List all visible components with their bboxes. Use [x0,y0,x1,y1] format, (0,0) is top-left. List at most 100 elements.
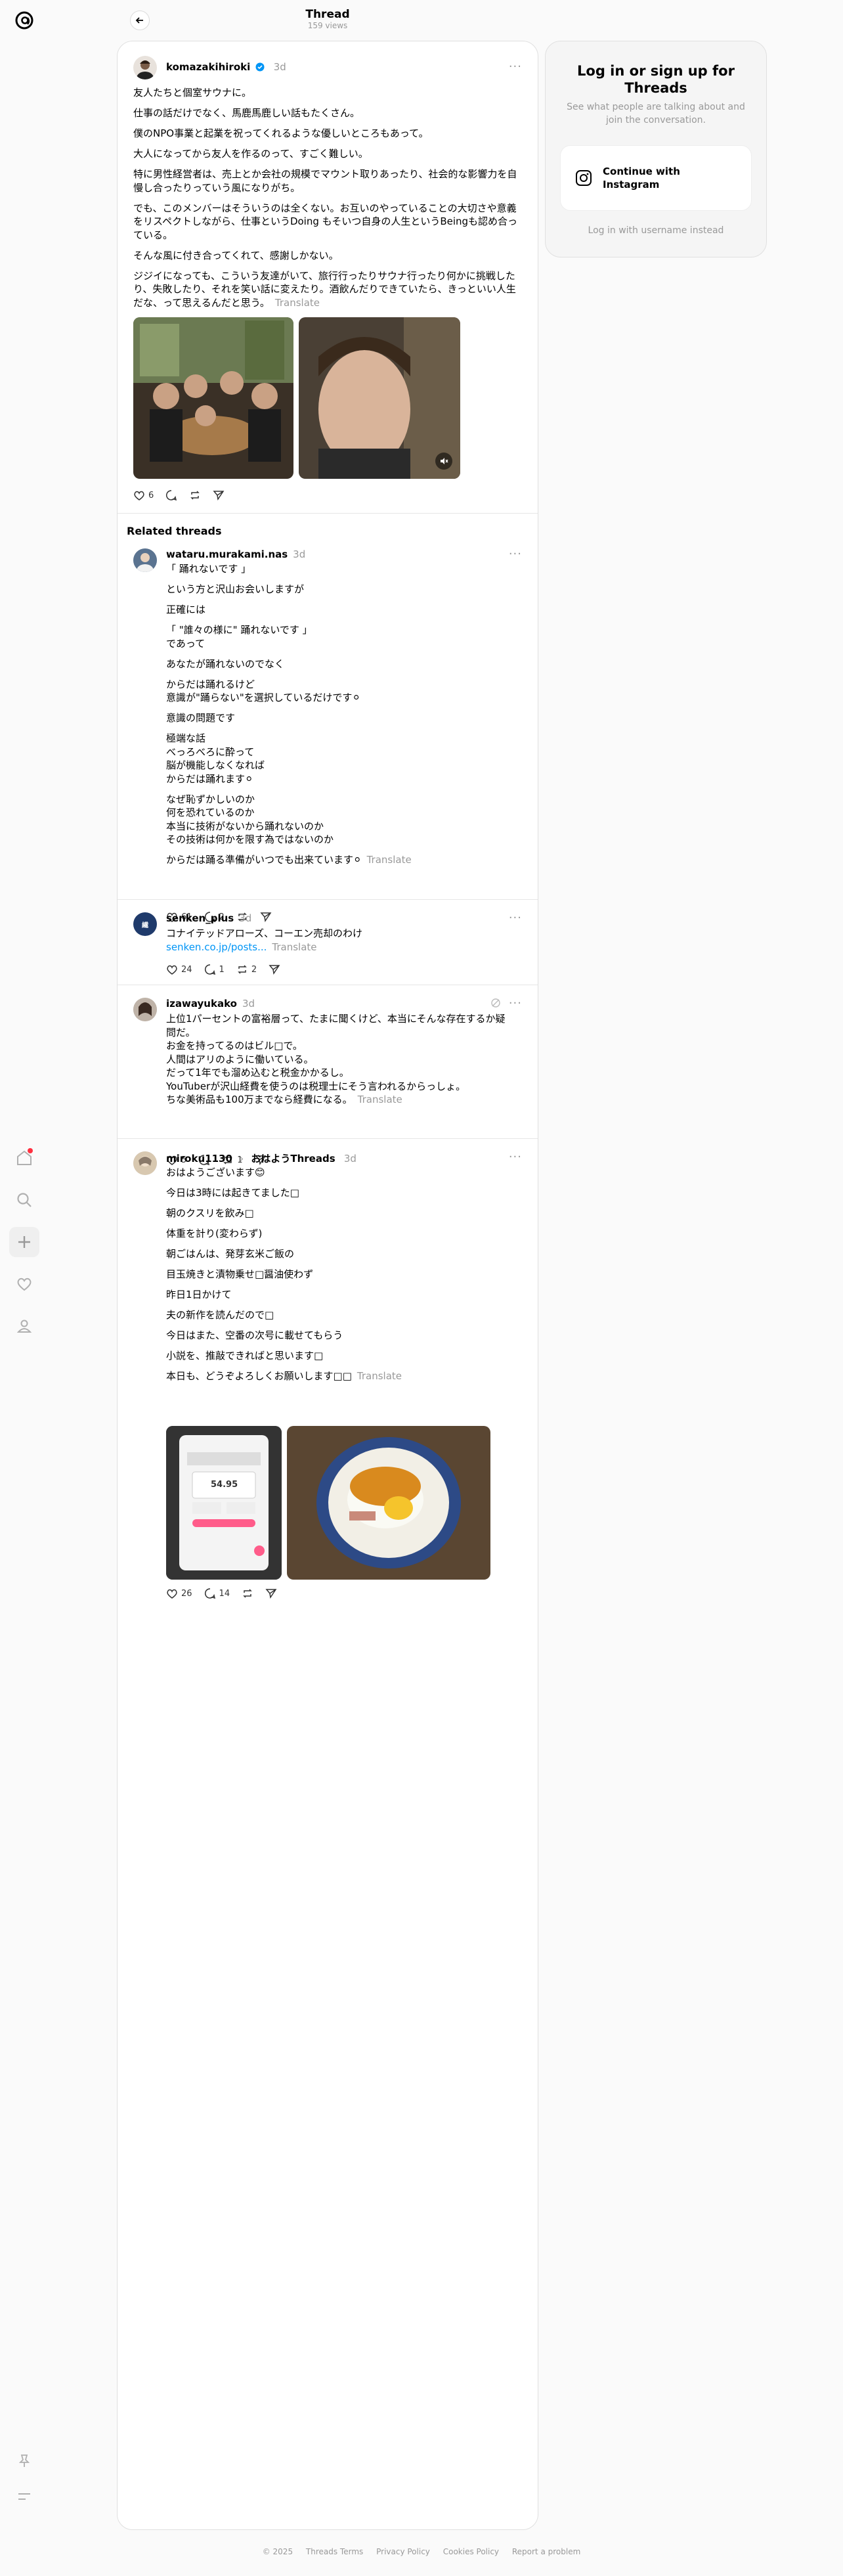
comment-icon [204,964,215,975]
avatar[interactable] [133,998,157,1021]
continue-with-instagram-button[interactable]: Continue with Instagram [560,145,752,211]
mute-icon[interactable] [435,453,452,470]
thread-header: Thread 159 views [117,0,538,41]
post-username[interactable]: izawayukako 3d [166,998,255,1010]
post-text: そんな風に付き合ってくれて、感謝しかない。 [133,249,339,261]
post-username[interactable]: miroku1130 › おはようThreads 3d [166,1151,357,1165]
post-text: なぜ恥ずかしいのか 何を恐れているのか 本当に技術がないから踊れないのか その技… [166,793,334,846]
avatar[interactable] [133,56,157,79]
post-video[interactable] [299,317,460,479]
avatar[interactable] [133,548,157,572]
translate-link[interactable]: Translate [275,297,320,309]
repost-icon [190,491,200,500]
post-body: 上位1パーセントの富裕層って、たまに聞くけど、本当にそんな存在するか疑問だ。 お… [166,1012,508,1113]
page-title: Thread [305,8,350,21]
reply-button[interactable]: 14 [204,1588,230,1599]
home-icon[interactable] [9,1143,39,1173]
translate-link[interactable]: Translate [357,1370,402,1382]
more-options-icon[interactable]: ··· [509,911,522,925]
repost-icon [243,1589,252,1598]
share-button[interactable] [213,489,225,501]
username-text[interactable]: miroku1130 [166,1153,232,1165]
more-options-icon[interactable]: ··· [509,547,522,561]
username-text[interactable]: izawayukako [166,998,237,1010]
post-text: 仕事の話だけでなく、馬鹿馬鹿しい話もたくさん。 [133,107,360,119]
post-text: あなたが踊れないのでなく [166,657,285,670]
post-text: 今日は3時には起きてました□ [166,1187,299,1199]
divider [118,1138,538,1139]
translate-link[interactable]: Translate [367,854,412,866]
threads-logo-icon[interactable] [9,5,39,35]
report-problem-link[interactable]: Report a problem [512,2547,580,2556]
post-actions: 6 [133,489,225,501]
chevron-right-icon: › [240,1153,244,1165]
post-text: 「 "誰々の様に" 踊れないです 」 であって [166,624,313,650]
translate-link[interactable]: Translate [272,941,316,953]
avatar[interactable] [133,1151,157,1175]
share-button[interactable] [269,964,280,975]
reply-button[interactable]: 1 [204,964,225,975]
post-time: 3d [273,61,286,73]
post-text: という方と沢山お会いしますが [166,583,305,595]
like-button[interactable]: 6 [133,489,154,501]
post-username[interactable]: wataru.murakami.nas 3d [166,548,305,560]
cookies-link[interactable]: Cookies Policy [443,2547,499,2556]
scale-reading: 54.95 [211,1480,238,1490]
post-text: 上位1パーセントの富裕層って、たまに聞くけど、本当にそんな存在するか疑問だ。 お… [166,1013,506,1105]
like-count: 24 [181,964,192,975]
like-button[interactable]: 24 [166,964,192,975]
username-text[interactable]: wataru.murakami.nas [166,548,288,560]
post-username[interactable]: senken_plus 3d [166,912,251,924]
post-text: おはようございます😊 [166,1166,265,1178]
menu-icon[interactable] [9,2481,39,2512]
post-actions: 24 1 2 [166,964,280,975]
post-body: 友人たちと個室サウナに。 仕事の話だけでなく、馬鹿馬鹿しい話もたくさん。 僕のN… [133,86,522,317]
post-body: 「 踊れないです 」 という方と沢山お会いしますが 正確には 「 "誰々の様に"… [166,562,521,874]
heart-icon [167,1589,177,1599]
post-text: 特に男性経営者は、売上とか会社の規模でマウント取りあったり、社会的な影響力を自慢… [133,168,517,194]
search-icon[interactable] [9,1185,39,1215]
send-icon [269,965,280,975]
muted-icon [490,998,501,1011]
post-text: 極端な話 べっろべろに酔って 脳が機能しなくなれば からだは踊れます⚪︎ [166,732,265,785]
pin-icon[interactable] [9,2446,39,2476]
more-options-icon[interactable]: ··· [509,996,522,1010]
footer: © 2025 Threads Terms Privacy Policy Cook… [0,2547,843,2556]
send-icon [213,491,225,500]
privacy-link[interactable]: Privacy Policy [376,2547,430,2556]
post-photo[interactable]: 54.95 [166,1426,282,1580]
translate-link[interactable]: Translate [358,1094,402,1105]
link-preview-url[interactable]: senken.co.jp/posts... [166,941,267,953]
instagram-button-label: Continue with Instagram [603,166,680,190]
more-options-icon[interactable]: ··· [509,60,522,74]
reply-button[interactable] [165,489,177,501]
username-text[interactable]: komazakihiroki [166,61,250,73]
community-tag[interactable]: おはようThreads [251,1153,335,1165]
profile-icon[interactable] [9,1311,39,1341]
post-text: からだは踊れるけど 意識が"踊らない"を選択しているだけです⚪︎ [166,678,360,704]
username-login-link[interactable]: Log in with username instead [546,225,766,236]
repost-button[interactable] [242,1588,253,1599]
more-options-icon[interactable]: ··· [509,1150,522,1164]
username-text[interactable]: senken_plus [166,912,234,924]
post-photo[interactable] [287,1426,490,1580]
post-text: 目玉焼きと漬物乗せ□醤油使わず [166,1268,314,1280]
share-button[interactable] [260,911,272,923]
heart-icon[interactable] [9,1269,39,1299]
divider [118,513,538,514]
reply-count: 14 [219,1588,230,1599]
terms-link[interactable]: Threads Terms [306,2547,363,2556]
post-photo[interactable] [133,317,293,479]
repost-button[interactable]: 2 [236,964,257,975]
post-time: 3d [242,998,255,1010]
post-time: 3d [343,1153,357,1165]
create-post-icon[interactable] [9,1227,39,1257]
share-button[interactable] [265,1588,277,1599]
post-text: コナイテッドアローズ、コーエン売却のわけ [166,927,362,939]
notification-dot [28,1148,33,1153]
like-button[interactable]: 26 [166,1588,192,1599]
view-count: 159 views [307,21,348,30]
avatar[interactable]: 繊 [133,912,157,936]
repost-button[interactable] [189,489,201,501]
post-username[interactable]: komazakihiroki 3d [166,61,286,73]
